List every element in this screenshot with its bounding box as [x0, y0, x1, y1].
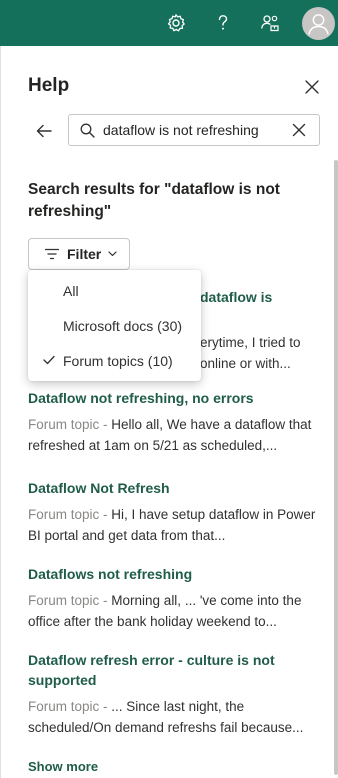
- result-snippet-1-line-1: erytime, I tried to: [200, 335, 301, 350]
- help-panel: Help Search results for "dataflow is not…: [0, 46, 338, 778]
- clear-search-icon[interactable]: [291, 122, 307, 138]
- filter-option-forum-topics[interactable]: Forum topics (10): [28, 344, 201, 378]
- filter-option-microsoft-docs[interactable]: Microsoft docs (30): [28, 309, 201, 343]
- avatar-icon: [308, 14, 329, 35]
- result-snippet: Forum topic - Hi, I have setup dataflow …: [28, 504, 318, 546]
- result-title[interactable]: Dataflows not refreshing: [28, 564, 318, 584]
- result-item: Dataflow refresh error - culture is not …: [28, 650, 318, 738]
- filter-option-all[interactable]: All: [28, 274, 201, 308]
- result-title[interactable]: Dataflow Not Refresh: [28, 478, 318, 498]
- filter-option-label: Microsoft docs (30): [63, 318, 183, 334]
- result-item: Dataflow Not Refresh Forum topic - Hi, I…: [28, 478, 318, 546]
- back-button[interactable]: [33, 120, 55, 142]
- top-bar: [0, 0, 338, 46]
- share-icon[interactable]: [258, 11, 282, 35]
- result-item: Dataflow not refreshing, no errors Forum…: [28, 388, 318, 456]
- result-snippet-1-line-2: online or with...: [200, 356, 291, 371]
- filter-button[interactable]: Filter: [28, 238, 130, 270]
- search-icon: [80, 123, 95, 138]
- result-kind: Forum topic -: [28, 593, 112, 608]
- result-kind: Forum topic -: [28, 417, 112, 432]
- close-button[interactable]: [301, 76, 323, 98]
- results-heading: Search results for "dataflow is not refr…: [28, 181, 280, 220]
- filter-option-label: Forum topics (10): [63, 353, 173, 369]
- help-title: Help: [28, 75, 70, 96]
- result-snippet: Forum topic - ... Since last night, the …: [28, 696, 318, 738]
- arrow-left-icon: [36, 124, 52, 138]
- filter-dropdown: All Microsoft docs (30) Forum topics (10…: [28, 270, 201, 381]
- show-more-link[interactable]: Show more: [28, 759, 98, 774]
- result-item: Dataflows not refreshing Forum topic - M…: [28, 564, 318, 632]
- chevron-down-icon: [108, 251, 117, 257]
- avatar[interactable]: [302, 7, 335, 40]
- filter-label: Filter: [67, 246, 102, 262]
- result-title[interactable]: Dataflow refresh error - culture is not …: [28, 650, 318, 690]
- help-icon[interactable]: [211, 11, 235, 35]
- scrollbar[interactable]: [334, 160, 338, 775]
- filter-option-label: All: [63, 283, 79, 299]
- result-title[interactable]: Dataflow not refreshing, no errors: [28, 388, 318, 408]
- search-box: [68, 114, 320, 146]
- gear-icon[interactable]: [164, 11, 188, 35]
- result-kind: Forum topic -: [28, 507, 112, 522]
- result-snippet: Forum topic - Morning all, ... 've come …: [28, 590, 318, 632]
- filter-icon: [45, 248, 59, 260]
- close-icon: [305, 80, 319, 94]
- result-snippet: Forum topic - Hello all, We have a dataf…: [28, 414, 318, 456]
- checkmark-icon: [43, 355, 55, 365]
- search-input[interactable]: [103, 119, 283, 141]
- result-title-1[interactable]: dataflow is: [200, 287, 272, 307]
- result-kind: Forum topic -: [28, 699, 112, 714]
